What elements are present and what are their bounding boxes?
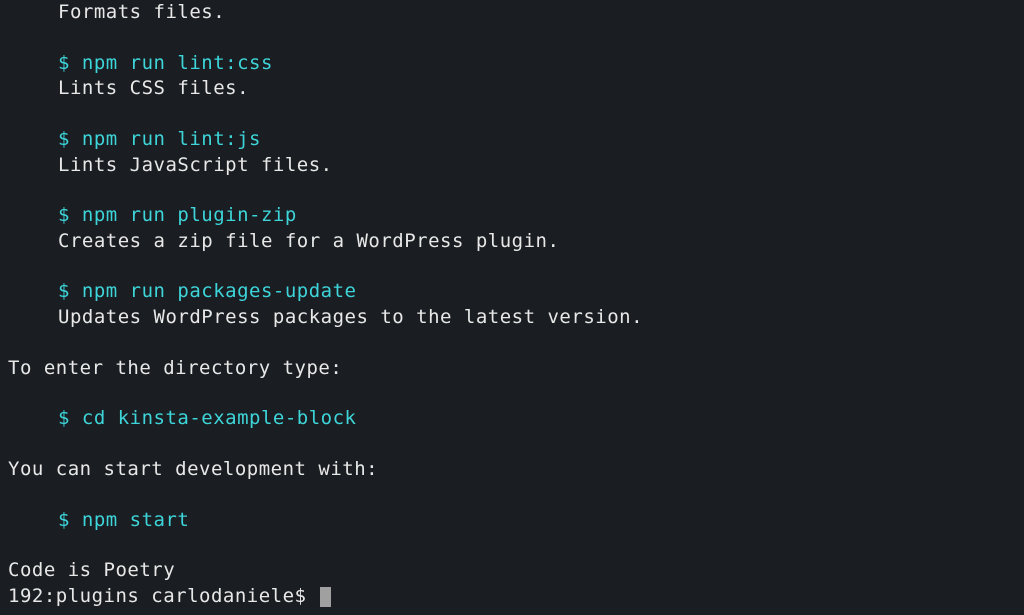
section-label: You can start development with: [8, 457, 1016, 483]
blank-line [8, 102, 1016, 127]
terminal-output[interactable]: Formats files. $ npm run lint:css Lints … [0, 0, 1024, 610]
blank-line [8, 331, 1016, 356]
command-description: Formats files. [8, 0, 1016, 26]
blank-line [8, 432, 1016, 457]
blank-line [8, 533, 1016, 558]
prompt-text: 192:plugins carlodaniele$ [8, 585, 318, 607]
blank-line [8, 178, 1016, 203]
command-line: $ cd kinsta-example-block [8, 406, 1016, 432]
command-description: Creates a zip file for a WordPress plugi… [8, 229, 1016, 255]
section-label: To enter the directory type: [8, 356, 1016, 382]
blank-line [8, 254, 1016, 279]
blank-line [8, 26, 1016, 51]
command-line: $ npm run lint:css [8, 51, 1016, 77]
prompt-line[interactable]: 192:plugins carlodaniele$ [8, 584, 1016, 610]
blank-line [8, 483, 1016, 508]
cursor-icon [320, 587, 331, 607]
blank-line [8, 381, 1016, 406]
command-line: $ npm run packages-update [8, 279, 1016, 305]
command-description: Lints CSS files. [8, 76, 1016, 102]
command-description: Updates WordPress packages to the latest… [8, 305, 1016, 331]
command-line: $ npm run plugin-zip [8, 203, 1016, 229]
tagline: Code is Poetry [8, 558, 1016, 584]
command-line: $ npm start [8, 508, 1016, 534]
command-description: Lints JavaScript files. [8, 153, 1016, 179]
command-line: $ npm run lint:js [8, 127, 1016, 153]
